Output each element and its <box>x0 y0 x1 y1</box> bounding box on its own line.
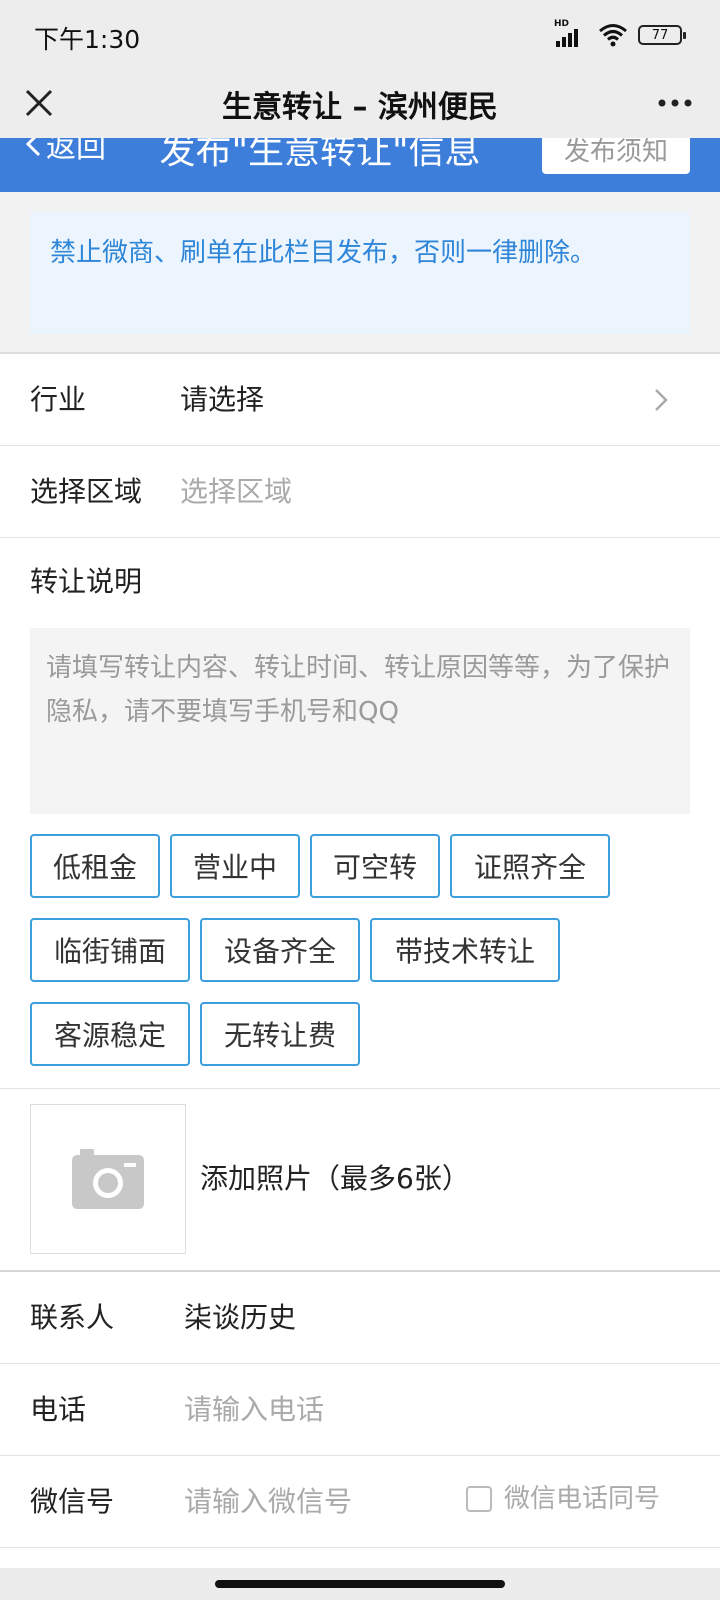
tag-tech-transfer[interactable]: 带技术转让 <box>370 918 560 982</box>
tag-empty-transfer[interactable]: 可空转 <box>310 834 440 898</box>
description-label: 转让说明 <box>30 565 143 598</box>
signal-icon: HD <box>554 19 588 49</box>
chevron-right-icon <box>655 389 668 411</box>
status-time: 下午1:30 <box>34 25 141 54</box>
tag-full-licenses[interactable]: 证照齐全 <box>450 834 610 898</box>
phone-input[interactable]: 请输入电话 <box>184 1364 324 1456</box>
industry-label: 行业 <box>30 383 87 416</box>
title-bar: 生意转让 – 滨州便民 <box>0 70 720 138</box>
wifi-icon <box>599 24 627 47</box>
tag-full-equipment[interactable]: 设备齐全 <box>200 918 360 982</box>
phone-row[interactable]: 电话 请输入电话 <box>0 1364 720 1456</box>
status-bar: 下午1:30 HD 77 <box>0 0 720 70</box>
add-photo-button[interactable] <box>30 1104 186 1254</box>
same-as-phone-checkbox[interactable] <box>466 1486 492 1512</box>
notice-area: 禁止微商、刷单在此栏目发布，否则一律删除。 <box>0 192 720 354</box>
industry-row[interactable]: 行业 请选择 <box>0 354 720 446</box>
notice-text: 禁止微商、刷单在此栏目发布，否则一律删除。 <box>30 212 690 334</box>
contact-label: 联系人 <box>30 1301 115 1334</box>
region-row[interactable]: 选择区域 选择区域 <box>0 446 720 538</box>
contact-input[interactable]: 柒谈历史 <box>184 1272 296 1364</box>
description-textarea[interactable]: 请填写转让内容、转让时间、转让原因等等，为了保护隐私，请不要填写手机号和QQ <box>30 628 690 814</box>
industry-select[interactable]: 请选择 <box>180 354 264 446</box>
tag-street-front[interactable]: 临街铺面 <box>30 918 190 982</box>
wechat-label: 微信号 <box>30 1485 115 1518</box>
battery-level: 77 <box>651 27 669 43</box>
page-title: 生意转让 – 滨州便民 <box>222 90 498 125</box>
more-icon <box>658 99 692 107</box>
more-button[interactable] <box>650 80 700 126</box>
hd-label: HD <box>554 19 570 29</box>
tag-no-transfer-fee[interactable]: 无转让费 <box>200 1002 360 1066</box>
home-indicator[interactable] <box>215 1580 505 1588</box>
divider <box>0 1088 720 1089</box>
phone-label: 电话 <box>30 1393 87 1426</box>
page-header: 返回 发布"生意转让"信息 发布须知 <box>0 138 720 192</box>
status-icons: HD 77 <box>554 19 686 50</box>
tag-stable-customers[interactable]: 客源稳定 <box>30 1002 190 1066</box>
camera-icon <box>72 1149 144 1209</box>
region-select[interactable]: 选择区域 <box>180 446 292 538</box>
wechat-input[interactable]: 请输入微信号 <box>184 1456 352 1548</box>
battery-icon: 77 <box>638 25 686 45</box>
tag-low-rent[interactable]: 低租金 <box>30 834 160 898</box>
contact-row[interactable]: 联系人 柒谈历史 <box>0 1272 720 1364</box>
same-as-phone-label[interactable]: 微信电话同号 <box>504 1474 660 1524</box>
region-label: 选择区域 <box>30 475 143 508</box>
tag-in-business[interactable]: 营业中 <box>170 834 300 898</box>
add-photo-label: 添加照片（最多6张） <box>200 1162 470 1195</box>
publish-notice-button[interactable]: 发布须知 <box>542 138 690 174</box>
